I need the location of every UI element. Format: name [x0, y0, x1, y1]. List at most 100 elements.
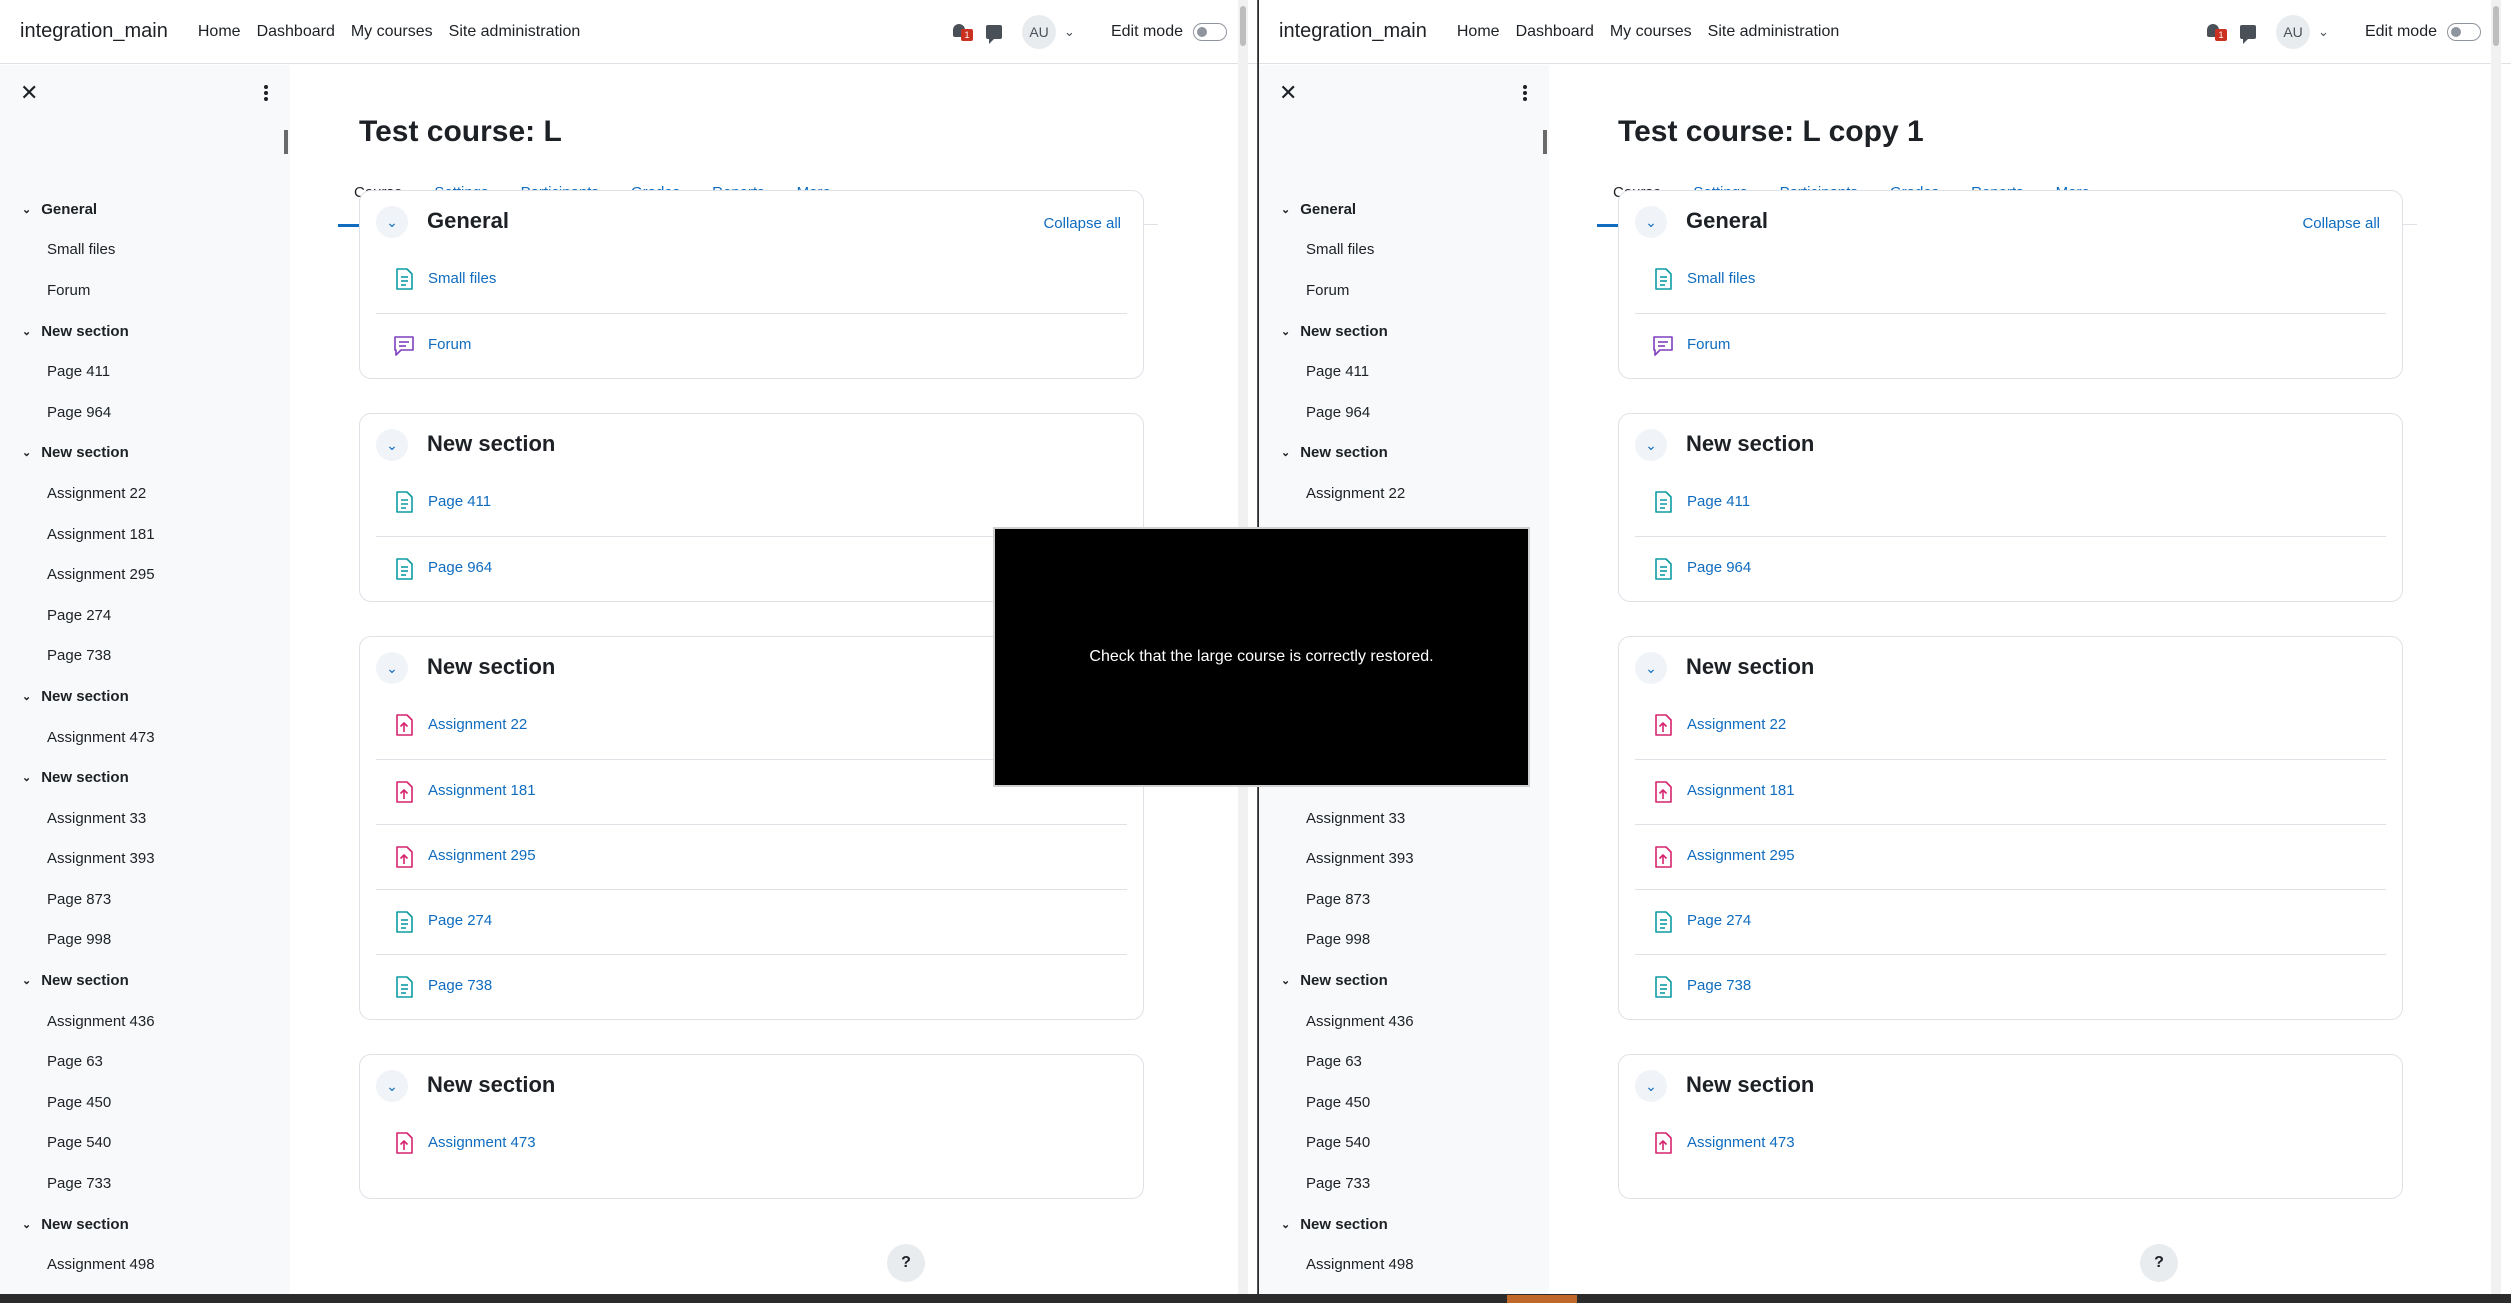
course-index-item[interactable]: Page 998 — [1259, 920, 1549, 961]
page-scrollbar-thumb[interactable] — [1240, 6, 1246, 46]
section-collapse-chevron-icon[interactable]: ⌄ — [1635, 429, 1667, 461]
messages-icon[interactable] — [986, 25, 1003, 44]
course-index-section[interactable]: ⌄ New section — [0, 433, 290, 474]
section-collapse-chevron-icon[interactable]: ⌄ — [1635, 652, 1667, 684]
drawer-scrollbar[interactable] — [1543, 130, 1547, 154]
activity-link[interactable]: Page 274 — [1687, 912, 1751, 929]
activity-link[interactable]: Small files — [1687, 270, 1755, 287]
course-index-section[interactable]: ⌄ New section — [0, 1204, 290, 1245]
activity-link[interactable]: Forum — [428, 336, 471, 353]
page-scrollbar-thumb[interactable] — [2493, 6, 2499, 46]
chevron-down-icon[interactable]: ⌄ — [1281, 325, 1290, 338]
nav-dashboard-link[interactable]: Dashboard — [257, 23, 335, 41]
page-scrollbar[interactable] — [2491, 0, 2501, 1294]
course-index-section[interactable]: ⌄ General — [0, 189, 290, 230]
course-index-item[interactable]: Page 733 — [1259, 1163, 1549, 1204]
course-index-item[interactable]: Page 411 — [1259, 351, 1549, 392]
chevron-down-icon[interactable]: ⌄ — [1281, 446, 1290, 459]
collapse-all-link[interactable]: Collapse all — [1043, 215, 1121, 232]
activity-link[interactable]: Assignment 181 — [428, 782, 536, 799]
course-index-item[interactable]: Page 998 — [0, 920, 290, 961]
collapse-all-link[interactable]: Collapse all — [2302, 215, 2380, 232]
course-index-item[interactable]: Assignment 22 — [0, 473, 290, 514]
nav-home-link[interactable]: Home — [1457, 23, 1500, 41]
course-index-item[interactable]: Assignment 393 — [1259, 839, 1549, 880]
chevron-down-icon[interactable]: ⌄ — [1281, 1218, 1290, 1231]
nav-site-administration-link[interactable]: Site administration — [1708, 23, 1840, 41]
course-index-item[interactable]: Assignment 473 — [0, 717, 290, 758]
chevron-down-icon[interactable]: ⌄ — [22, 690, 31, 703]
activity-link[interactable]: Page 738 — [428, 977, 492, 994]
course-index-item[interactable]: Assignment 393 — [0, 839, 290, 880]
notification-bell-icon[interactable]: 1 — [950, 21, 974, 43]
user-menu-chevron-down-icon[interactable]: ⌄ — [2318, 24, 2329, 40]
course-index-item[interactable]: Page 63 — [1259, 1041, 1549, 1082]
activity-link[interactable]: Page 411 — [1687, 493, 1750, 510]
section-collapse-chevron-icon[interactable]: ⌄ — [376, 1070, 408, 1102]
course-index-item[interactable]: Page 411 — [0, 351, 290, 392]
course-index-item[interactable]: Page 964 — [1259, 392, 1549, 433]
course-index-item[interactable]: Assignment 33 — [0, 798, 290, 839]
nav-home-link[interactable]: Home — [198, 23, 241, 41]
course-index-section[interactable]: ⌄ New section — [0, 757, 290, 798]
course-index-item[interactable]: Assignment 436 — [0, 1001, 290, 1042]
course-index-item[interactable]: Page 738 — [0, 636, 290, 677]
course-index-item[interactable]: Assignment 498 — [1259, 1244, 1549, 1285]
activity-link[interactable]: Page 738 — [1687, 977, 1751, 994]
course-index-item[interactable]: Page 540 — [0, 1123, 290, 1164]
course-index-item[interactable]: Small files — [1259, 230, 1549, 271]
activity-link[interactable]: Assignment 473 — [1687, 1134, 1795, 1151]
section-collapse-chevron-icon[interactable]: ⌄ — [376, 652, 408, 684]
chevron-down-icon[interactable]: ⌄ — [22, 1218, 31, 1231]
course-index-item[interactable]: Assignment 295 — [0, 554, 290, 595]
course-index-item[interactable]: Forum — [1259, 270, 1549, 311]
course-index-item[interactable]: Small files — [0, 230, 290, 271]
course-index-section[interactable]: ⌄ New section — [0, 311, 290, 352]
activity-link[interactable]: Small files — [428, 270, 496, 287]
activity-link[interactable]: Assignment 22 — [428, 716, 527, 733]
section-collapse-chevron-icon[interactable]: ⌄ — [1635, 206, 1667, 238]
course-index-item[interactable]: Page 540 — [1259, 1123, 1549, 1164]
edit-mode-toggle[interactable] — [2447, 23, 2481, 41]
course-index-item[interactable]: Page 266 — [1259, 1285, 1549, 1294]
chevron-down-icon[interactable]: ⌄ — [22, 203, 31, 216]
activity-link[interactable]: Page 411 — [428, 493, 491, 510]
course-index-item[interactable]: Page 266 — [0, 1285, 290, 1294]
activity-link[interactable]: Forum — [1687, 336, 1730, 353]
section-collapse-chevron-icon[interactable]: ⌄ — [376, 206, 408, 238]
course-index-section[interactable]: ⌄ New section — [1259, 433, 1549, 474]
course-index-item[interactable]: Page 964 — [0, 392, 290, 433]
user-menu-chevron-down-icon[interactable]: ⌄ — [1064, 24, 1075, 40]
nav-dashboard-link[interactable]: Dashboard — [1516, 23, 1594, 41]
course-index-item[interactable]: Page 873 — [0, 879, 290, 920]
activity-link[interactable]: Assignment 22 — [1687, 716, 1786, 733]
activity-link[interactable]: Assignment 473 — [428, 1134, 536, 1151]
course-index-section[interactable]: ⌄ New section — [0, 676, 290, 717]
messages-icon[interactable] — [2240, 25, 2257, 44]
help-button[interactable]: ? — [2140, 1244, 2178, 1282]
activity-link[interactable]: Page 964 — [1687, 559, 1751, 576]
course-index-item[interactable]: Page 873 — [1259, 879, 1549, 920]
course-index-section[interactable]: ⌄ General — [1259, 189, 1549, 230]
site-brand[interactable]: integration_main — [20, 20, 168, 43]
course-index-item[interactable]: Page 450 — [1259, 1082, 1549, 1123]
course-index-section[interactable]: ⌄ New section — [1259, 311, 1549, 352]
course-index-item[interactable]: Assignment 498 — [0, 1244, 290, 1285]
user-avatar[interactable]: AU — [2276, 15, 2311, 49]
drawer-more-options-icon[interactable] — [264, 85, 268, 103]
nav-my-courses-link[interactable]: My courses — [1610, 23, 1692, 41]
drawer-scrollbar[interactable] — [284, 130, 288, 154]
activity-link[interactable]: Assignment 181 — [1687, 782, 1795, 799]
nav-site-administration-link[interactable]: Site administration — [449, 23, 581, 41]
activity-link[interactable]: Page 274 — [428, 912, 492, 929]
activity-link[interactable]: Assignment 295 — [1687, 847, 1795, 864]
chevron-down-icon[interactable]: ⌄ — [22, 974, 31, 987]
notification-bell-icon[interactable]: 1 — [2204, 21, 2228, 43]
course-index-item[interactable]: Page 63 — [0, 1041, 290, 1082]
nav-my-courses-link[interactable]: My courses — [351, 23, 433, 41]
section-collapse-chevron-icon[interactable]: ⌄ — [376, 429, 408, 461]
chevron-down-icon[interactable]: ⌄ — [1281, 203, 1290, 216]
help-button[interactable]: ? — [887, 1244, 925, 1282]
activity-link[interactable]: Assignment 295 — [428, 847, 536, 864]
course-index-item[interactable]: Assignment 33 — [1259, 798, 1549, 839]
